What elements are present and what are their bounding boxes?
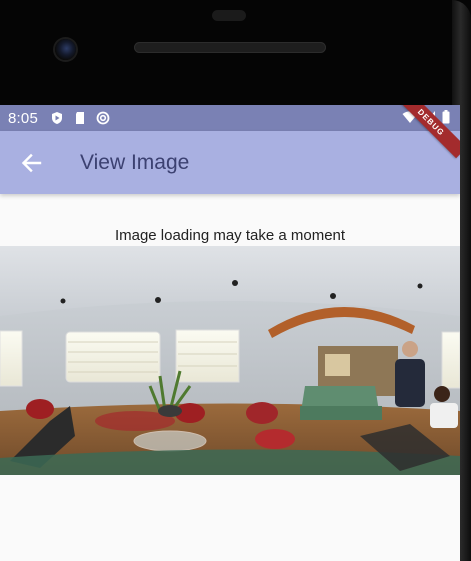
panorama-image[interactable] [0, 246, 460, 475]
status-time: 8:05 [8, 109, 38, 127]
arrow-back-icon [21, 153, 42, 172]
phone-screen: 8:05 DEBUG View Image Image loading may … [0, 105, 460, 561]
app-bar: View Image [0, 131, 460, 194]
shield-icon [52, 112, 62, 124]
earpiece-speaker [134, 42, 326, 53]
panorama-scene [0, 246, 460, 475]
back-button[interactable] [11, 143, 51, 183]
front-camera [55, 39, 76, 60]
top-notch [212, 10, 246, 21]
page-title: View Image [80, 150, 190, 174]
battery-icon [442, 110, 450, 124]
status-bar: 8:05 [0, 105, 460, 131]
sd-card-icon [76, 112, 84, 124]
sync-icon [96, 111, 110, 125]
status-icons-left [50, 111, 110, 125]
loading-caption: Image loading may take a moment [114, 227, 346, 244]
